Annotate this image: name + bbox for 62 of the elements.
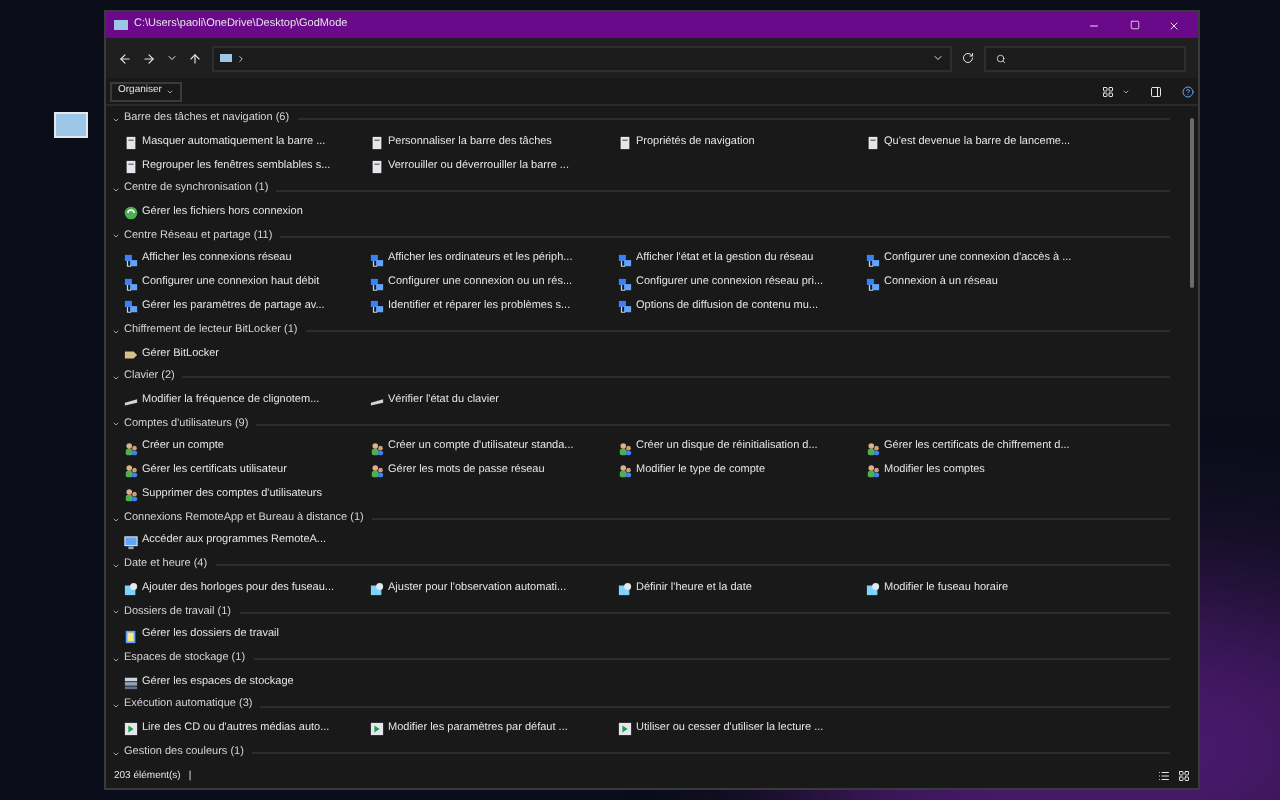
- users-icon: [866, 464, 880, 479]
- network-icon: [618, 253, 632, 268]
- tiles-view-icon[interactable]: [1178, 770, 1190, 782]
- dropdown-icon[interactable]: [932, 52, 944, 64]
- network-icon: [866, 253, 880, 268]
- users-icon: [618, 441, 632, 456]
- document-icon: [124, 159, 138, 174]
- folder-icon: [124, 629, 138, 644]
- up-icon[interactable]: [188, 51, 202, 65]
- search-field[interactable]: [984, 45, 1186, 71]
- users-icon: [370, 464, 384, 479]
- users-icon: [124, 464, 138, 479]
- desktop-folder-icon: [54, 112, 88, 138]
- clock-icon: [866, 582, 880, 597]
- folder-icon: [114, 20, 128, 30]
- help-icon[interactable]: [1182, 85, 1194, 97]
- document-icon: [124, 135, 138, 150]
- autoplay-icon: [370, 722, 384, 737]
- key-icon: [124, 347, 138, 362]
- minimize-icon[interactable]: [1088, 19, 1100, 31]
- search-icon: [996, 53, 1006, 63]
- document-icon: [866, 135, 880, 150]
- network-icon: [370, 253, 384, 268]
- users-icon: [866, 441, 880, 456]
- clock-icon: [370, 582, 384, 597]
- close-icon[interactable]: [1168, 19, 1180, 31]
- document-icon: [370, 135, 384, 150]
- autoplay-icon: [124, 722, 138, 737]
- users-icon: [618, 464, 632, 479]
- network-icon: [618, 300, 632, 315]
- refresh-icon[interactable]: [962, 52, 974, 64]
- users-icon: [370, 441, 384, 456]
- autoplay-icon: [618, 722, 632, 737]
- scrollbar-thumb[interactable]: [1190, 118, 1194, 288]
- folder-icon: [220, 54, 232, 62]
- details-view-icon[interactable]: [1158, 770, 1170, 782]
- clock-icon: [618, 582, 632, 597]
- address-field[interactable]: [212, 45, 952, 71]
- network-icon: [370, 300, 384, 315]
- network-icon: [370, 277, 384, 291]
- back-icon[interactable]: [118, 51, 132, 65]
- network-icon: [124, 300, 138, 315]
- chevron-icon: [236, 53, 246, 63]
- clock-icon: [124, 582, 138, 597]
- view-icon[interactable]: [1102, 85, 1114, 97]
- users-icon: [124, 441, 138, 456]
- network-icon: [866, 277, 880, 291]
- network-icon: [618, 277, 632, 291]
- users-icon: [124, 488, 138, 503]
- storage-icon: [124, 675, 138, 690]
- keyboard-icon: [370, 394, 384, 409]
- preview-pane-icon[interactable]: [1150, 85, 1162, 97]
- forward-icon[interactable]: [142, 51, 156, 65]
- document-icon: [618, 135, 632, 150]
- document-icon: [370, 159, 384, 174]
- monitor-icon: [124, 535, 138, 550]
- sync-icon: [124, 206, 138, 221]
- keyboard-icon: [124, 394, 138, 409]
- recent-icon[interactable]: [166, 52, 178, 64]
- network-icon: [124, 253, 138, 268]
- network-icon: [124, 277, 138, 291]
- maximize-icon[interactable]: [1130, 20, 1140, 30]
